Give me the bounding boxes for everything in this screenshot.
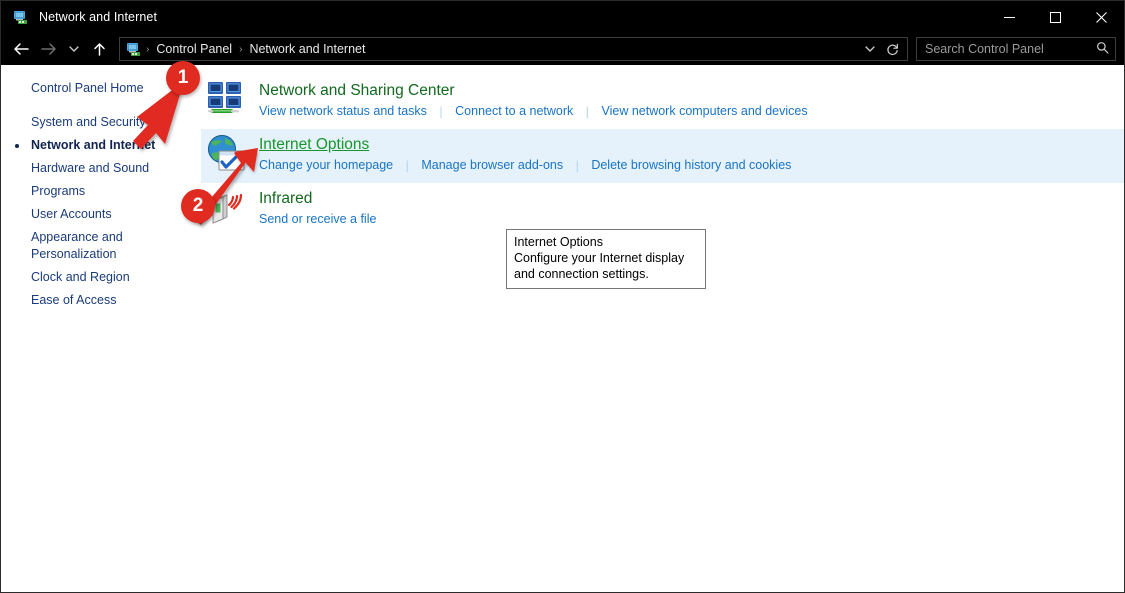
annotation-marker-2: 2 xyxy=(177,141,277,231)
breadcrumb-item-network-and-internet[interactable]: Network and Internet xyxy=(244,40,370,58)
annotation-badge-2: 2 xyxy=(181,189,215,223)
category-text-block: Infrared Send or receive a file xyxy=(259,187,1110,231)
up-button[interactable] xyxy=(85,36,113,62)
link-change-your-homepage[interactable]: Change your homepage xyxy=(259,157,393,174)
category-network-and-sharing-center[interactable]: Network and Sharing Center View network … xyxy=(201,75,1124,129)
window-controls xyxy=(986,1,1124,33)
link-view-network-computers-and-devices[interactable]: View network computers and devices xyxy=(601,103,807,120)
tooltip-title: Internet Options xyxy=(514,235,603,249)
breadcrumb-item-control-panel[interactable]: Control Panel xyxy=(151,40,237,58)
tooltip: Internet Options Configure your Internet… xyxy=(506,229,706,289)
window-title: Network and Internet xyxy=(39,10,158,24)
category-sublinks: View network status and tasks | Connect … xyxy=(259,103,1110,120)
sidebar-item-ease-of-access[interactable]: Ease of Access xyxy=(1,289,201,312)
category-text-block: Network and Sharing Center View network … xyxy=(259,79,1110,123)
sidebar-item-clock-and-region[interactable]: Clock and Region xyxy=(1,266,201,289)
recent-locations-button[interactable] xyxy=(63,36,85,62)
link-manage-browser-add-ons[interactable]: Manage browser add-ons xyxy=(421,157,563,174)
chevron-down-icon[interactable] xyxy=(859,38,881,60)
sidebar-item-programs[interactable]: Programs xyxy=(1,180,201,203)
minimize-button[interactable] xyxy=(986,1,1032,33)
back-button[interactable] xyxy=(7,36,35,62)
breadcrumb-path-icon xyxy=(126,41,142,57)
link-divider: | xyxy=(439,105,443,119)
link-divider: | xyxy=(585,105,589,119)
breadcrumb-separator-0: › xyxy=(146,43,150,55)
link-view-network-status-and-tasks[interactable]: View network status and tasks xyxy=(259,103,427,120)
link-delete-browsing-history-and-cookies[interactable]: Delete browsing history and cookies xyxy=(591,157,791,174)
link-divider: | xyxy=(575,159,579,173)
category-sublinks: Change your homepage | Manage browser ad… xyxy=(259,157,1110,174)
link-divider: | xyxy=(405,159,409,173)
sidebar-item-appearance-and-personalization[interactable]: Appearance and Personalization xyxy=(1,226,201,266)
category-list: Network and Sharing Center View network … xyxy=(201,65,1124,592)
title-bar: Network and Internet xyxy=(1,1,1124,33)
control-panel-window: Network and Internet › Control Panel › N… xyxy=(0,0,1125,593)
search-icon[interactable] xyxy=(1096,41,1109,57)
category-internet-options[interactable]: Internet Options Change your homepage | … xyxy=(201,129,1124,183)
current-item-bullet-icon xyxy=(15,143,19,148)
forward-button[interactable] xyxy=(35,36,63,62)
category-sublinks: Send or receive a file xyxy=(259,211,1110,228)
search-input[interactable] xyxy=(923,41,1092,57)
category-title-link[interactable]: Network and Sharing Center xyxy=(259,80,455,101)
search-box[interactable] xyxy=(916,37,1116,61)
sidebar-item-hardware-and-sound[interactable]: Hardware and Sound xyxy=(1,157,201,180)
breadcrumb-separator-1: › xyxy=(239,43,243,55)
category-text-block: Internet Options Change your homepage | … xyxy=(259,133,1110,177)
refresh-icon[interactable] xyxy=(881,38,903,60)
annotation-badge-1: 1 xyxy=(166,61,200,95)
breadcrumb[interactable]: › Control Panel › Network and Internet xyxy=(119,37,908,61)
sidebar-item-user-accounts[interactable]: User Accounts xyxy=(1,203,201,226)
link-connect-to-a-network[interactable]: Connect to a network xyxy=(455,103,573,120)
close-button[interactable] xyxy=(1078,1,1124,33)
network-folder-icon xyxy=(13,9,29,25)
maximize-button[interactable] xyxy=(1032,1,1078,33)
tooltip-body: Configure your Internet display and conn… xyxy=(514,251,685,281)
